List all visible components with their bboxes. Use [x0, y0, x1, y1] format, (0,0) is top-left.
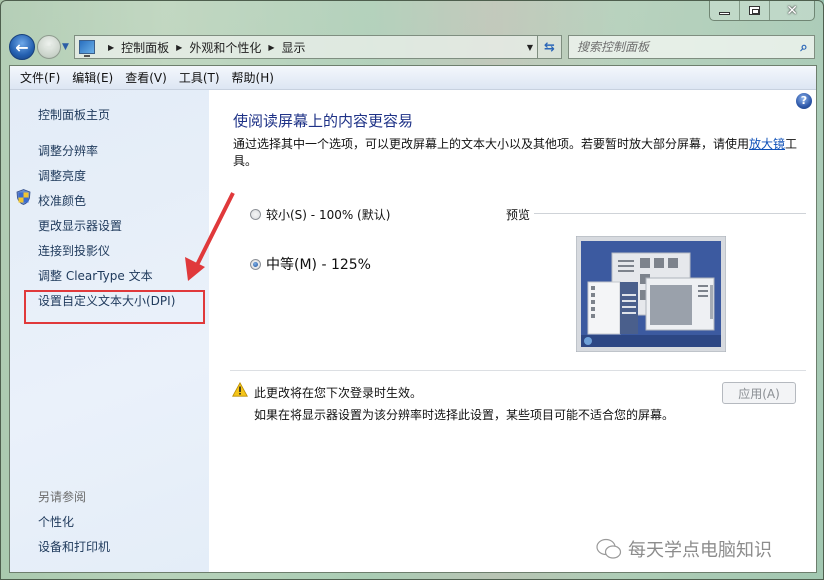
- apply-button[interactable]: 应用(A): [722, 382, 796, 404]
- main-content: ? 使阅读屏幕上的内容更容易 通过选择其中一个选项，可以更改屏幕上的文本大小以及…: [210, 90, 816, 572]
- caption-buttons: ✕: [709, 1, 815, 21]
- search-input[interactable]: [577, 40, 794, 54]
- watermark: 每天学点电脑知识: [596, 536, 772, 562]
- page-title: 使阅读屏幕上的内容更容易: [233, 112, 414, 130]
- radio-medium[interactable]: [250, 258, 261, 270]
- sidebar: 控制面板主页 调整分辨率 调整亮度 校准颜色 更改显示器设置 连接到投影仪 调整…: [10, 90, 209, 572]
- breadcrumb-chevron-icon[interactable]: ▶: [108, 43, 114, 52]
- uac-shield-icon: [16, 189, 31, 205]
- display-monitor-icon: [79, 40, 95, 57]
- sidebar-adjust-resolution[interactable]: 调整分辨率: [38, 142, 98, 159]
- menu-help[interactable]: 帮助(H): [226, 69, 280, 86]
- warning-subtext: 如果在将显示器设置为该分辨率时选择此设置，某些项目可能不适合您的屏幕。: [254, 408, 675, 422]
- sidebar-change-display-settings[interactable]: 更改显示器设置: [38, 217, 122, 234]
- see-also-heading: 另请参阅: [38, 490, 87, 504]
- menu-file[interactable]: 文件(F): [14, 69, 66, 86]
- navigation-bar: ← → ▼ ▶ 控制面板 ▶ 外观和个性化 ▶ 显示 ▼ ⇆ ⌕: [9, 33, 815, 61]
- option-medium[interactable]: 中等(M) - 125%: [250, 254, 371, 274]
- maximize-button[interactable]: [740, 1, 771, 20]
- menu-edit[interactable]: 编辑(E): [66, 69, 119, 86]
- breadcrumb-chevron-icon[interactable]: ▶: [176, 43, 182, 52]
- sidebar-control-panel-home[interactable]: 控制面板主页: [38, 106, 110, 123]
- recent-pages-dropdown[interactable]: ▼: [62, 42, 72, 52]
- breadcrumb-control-panel[interactable]: 控制面板: [121, 39, 169, 56]
- breadcrumb-chevron-icon[interactable]: ▶: [268, 43, 274, 52]
- address-bar[interactable]: ▶ 控制面板 ▶ 外观和个性化 ▶ 显示 ▼: [74, 35, 538, 59]
- minimize-button[interactable]: [710, 1, 741, 20]
- close-icon: ✕: [786, 2, 798, 19]
- sidebar-calibrate-color[interactable]: 校准颜色: [38, 192, 86, 209]
- refresh-button[interactable]: ⇆: [538, 35, 562, 59]
- sidebar-devices-printers[interactable]: 设备和打印机: [38, 538, 110, 555]
- option-smaller-label: 较小(S) - 100% (默认): [266, 208, 391, 222]
- warning-icon: [232, 382, 248, 397]
- search-box[interactable]: ⌕: [568, 35, 815, 59]
- minimize-icon: [719, 12, 731, 15]
- sidebar-connect-projector[interactable]: 连接到投影仪: [38, 242, 110, 259]
- section-divider: [230, 370, 806, 371]
- close-button[interactable]: ✕: [770, 1, 814, 20]
- back-arrow-icon: ←: [15, 37, 29, 57]
- sidebar-adjust-cleartype[interactable]: 调整 ClearType 文本: [38, 267, 153, 284]
- maximize-icon: [749, 6, 761, 15]
- search-icon[interactable]: ⌕: [794, 40, 814, 55]
- wechat-icon: [596, 538, 622, 559]
- warning-text: 此更改将在您下次登录时生效。: [254, 386, 423, 400]
- breadcrumb-appearance[interactable]: 外观和个性化: [189, 39, 261, 56]
- preview-divider: [534, 213, 806, 214]
- control-panel-window: ✕ ← → ▼ ▶ 控制面板 ▶ 外观和个性化 ▶ 显示 ▼ ⇆ ⌕ 文件(F)…: [0, 0, 824, 580]
- page-description: 通过选择其中一个选项，可以更改屏幕上的文本大小以及其他项。若要暂时放大部分屏幕，…: [233, 136, 803, 170]
- forward-button[interactable]: →: [37, 35, 61, 59]
- refresh-icon: ⇆: [544, 39, 555, 55]
- option-smaller[interactable]: 较小(S) - 100% (默认): [250, 206, 390, 223]
- annotation-highlight-box: [24, 290, 205, 324]
- menu-tools[interactable]: 工具(T): [173, 69, 226, 86]
- client-area: 文件(F) 编辑(E) 查看(V) 工具(T) 帮助(H) 控制面板主页 调整分…: [9, 65, 817, 573]
- forward-arrow-icon: →: [43, 39, 55, 55]
- magnifier-link[interactable]: 放大镜: [749, 137, 785, 151]
- description-text: 通过选择其中一个选项，可以更改屏幕上的文本大小以及其他项。若要暂时放大部分屏幕，…: [233, 137, 750, 151]
- sidebar-adjust-brightness[interactable]: 调整亮度: [38, 167, 86, 184]
- option-medium-label: 中等(M) - 125%: [266, 257, 371, 273]
- breadcrumb-display[interactable]: 显示: [282, 39, 306, 56]
- sidebar-personalization[interactable]: 个性化: [38, 513, 74, 530]
- watermark-text: 每天学点电脑知识: [628, 540, 772, 561]
- menu-view[interactable]: 查看(V): [119, 69, 173, 86]
- menu-bar: 文件(F) 编辑(E) 查看(V) 工具(T) 帮助(H): [10, 66, 816, 90]
- back-button[interactable]: ←: [9, 34, 35, 60]
- preview-desktop-image: [576, 236, 726, 352]
- help-icon[interactable]: ?: [796, 93, 812, 109]
- radio-smaller[interactable]: [250, 209, 261, 220]
- address-dropdown-icon[interactable]: ▼: [527, 43, 533, 52]
- preview-label: 预览: [506, 208, 531, 222]
